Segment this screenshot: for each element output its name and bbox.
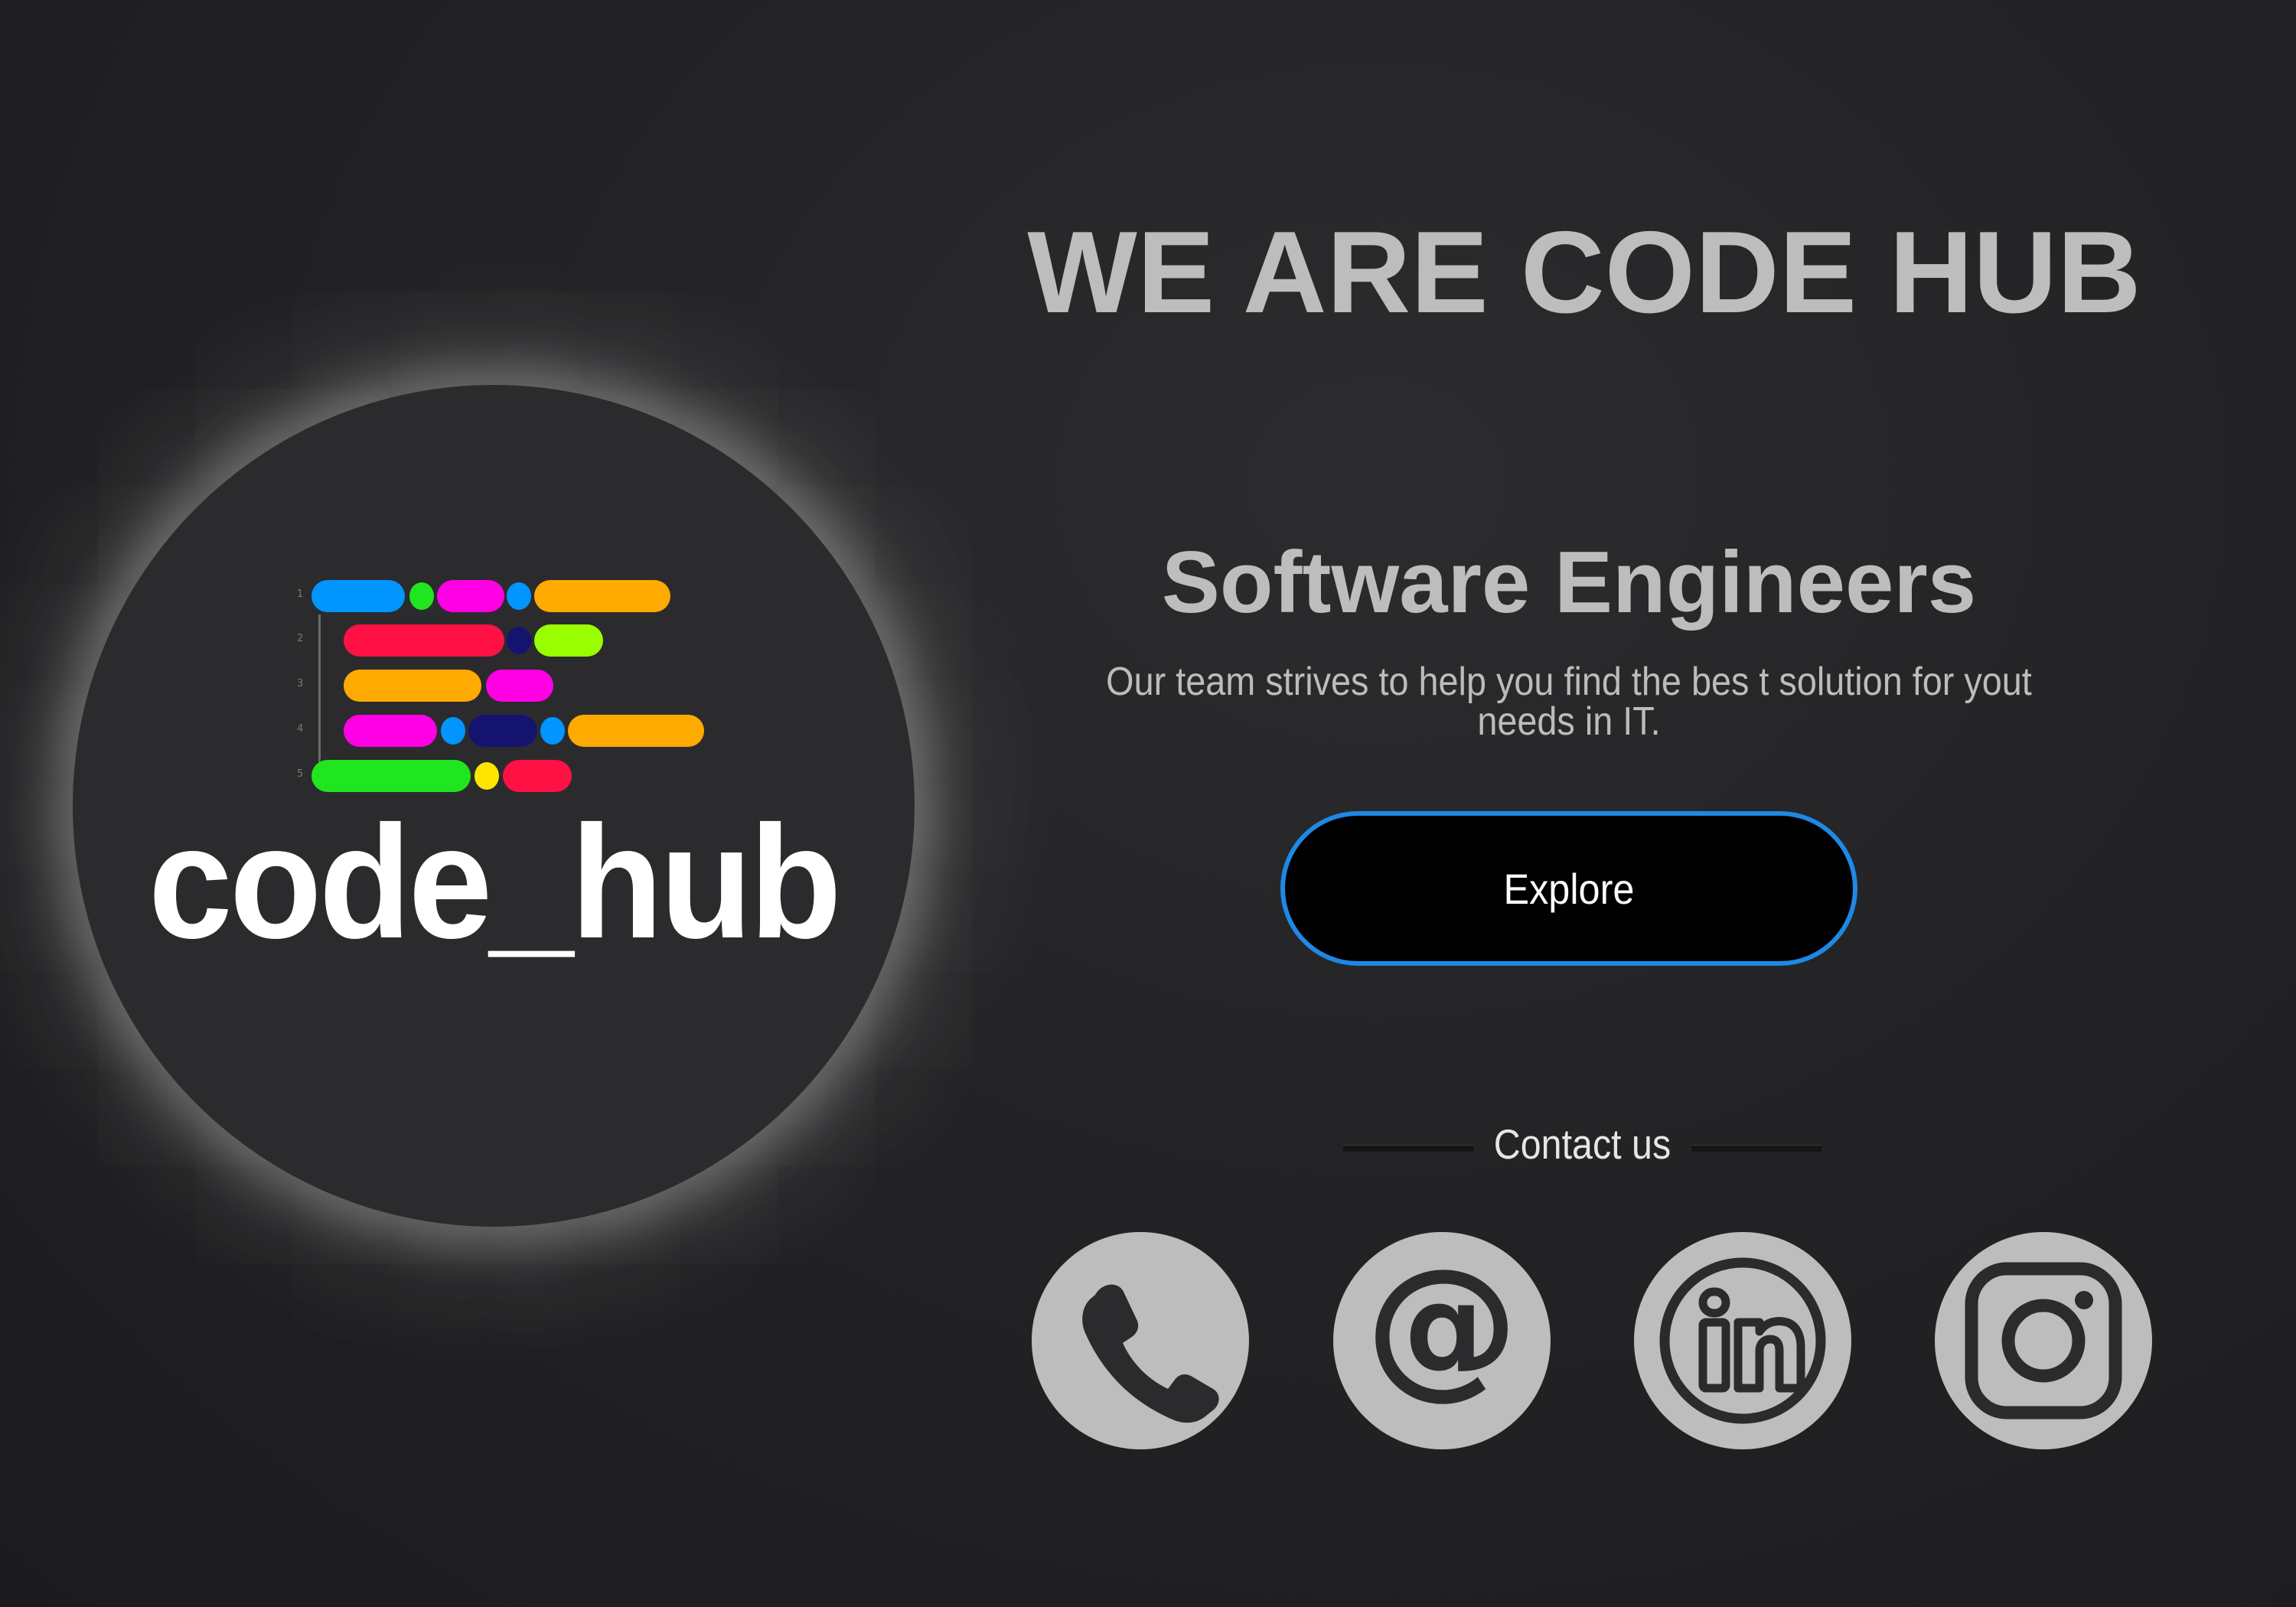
logo-code-bar (344, 670, 481, 702)
logo-code-dot (475, 762, 499, 790)
logo-line-number: 1 (297, 588, 304, 600)
logo-code-bar (468, 715, 537, 747)
page-subtitle: Software Engineers (1161, 534, 1977, 631)
logo-code-bar (503, 760, 572, 792)
contact-label: Contact us (1493, 1120, 1671, 1168)
logo-code-dot (507, 582, 531, 610)
svg-text:@: @ (1365, 1236, 1518, 1414)
phone-link[interactable] (1032, 1232, 1249, 1449)
explore-button[interactable]: Explore (1280, 811, 1857, 966)
logo-code-bar (534, 624, 603, 657)
contact-divider-right (1691, 1145, 1821, 1152)
logo-code-bar (311, 580, 405, 612)
logo-line-number: 3 (297, 678, 304, 689)
logo-code-bar (311, 760, 471, 792)
linkedin-link[interactable] (1634, 1232, 1851, 1449)
logo-wordmark: code_hub (148, 792, 842, 972)
logo-code-dot (507, 627, 531, 654)
logo-code-bar (534, 580, 670, 612)
logo-line-number: 2 (297, 633, 304, 644)
logo-code-bar (486, 670, 553, 702)
page-title: WE ARE CODE HUB (1027, 207, 2141, 337)
instagram-link[interactable] (1935, 1232, 2152, 1449)
logo-line-number: 4 (297, 723, 304, 735)
email-link[interactable]: @ (1333, 1232, 1551, 1449)
logo-code-dot (540, 717, 565, 745)
logo-code-bar (568, 715, 704, 747)
tagline: Our team strives to help you find the be… (1106, 660, 2032, 744)
linkedin-icon (1659, 1257, 1826, 1424)
contact-divider-left (1343, 1145, 1473, 1152)
logo-code-bar (344, 624, 504, 657)
instagram-icon (1965, 1262, 2122, 1420)
logo-code-bar (344, 715, 437, 747)
logo-disc: 1 2 3 4 5 code_hub (73, 385, 915, 1227)
phone-icon (1082, 1284, 1219, 1423)
logo-code-dot (409, 582, 434, 610)
explore-button-label: Explore (1503, 864, 1635, 913)
logo-line-number: 5 (297, 768, 304, 780)
logo-code-dot (441, 717, 465, 745)
at-sign-icon: @ (1365, 1236, 1518, 1414)
contact-section: Contact us (1343, 1117, 1821, 1171)
logo-code-bar (437, 580, 504, 612)
